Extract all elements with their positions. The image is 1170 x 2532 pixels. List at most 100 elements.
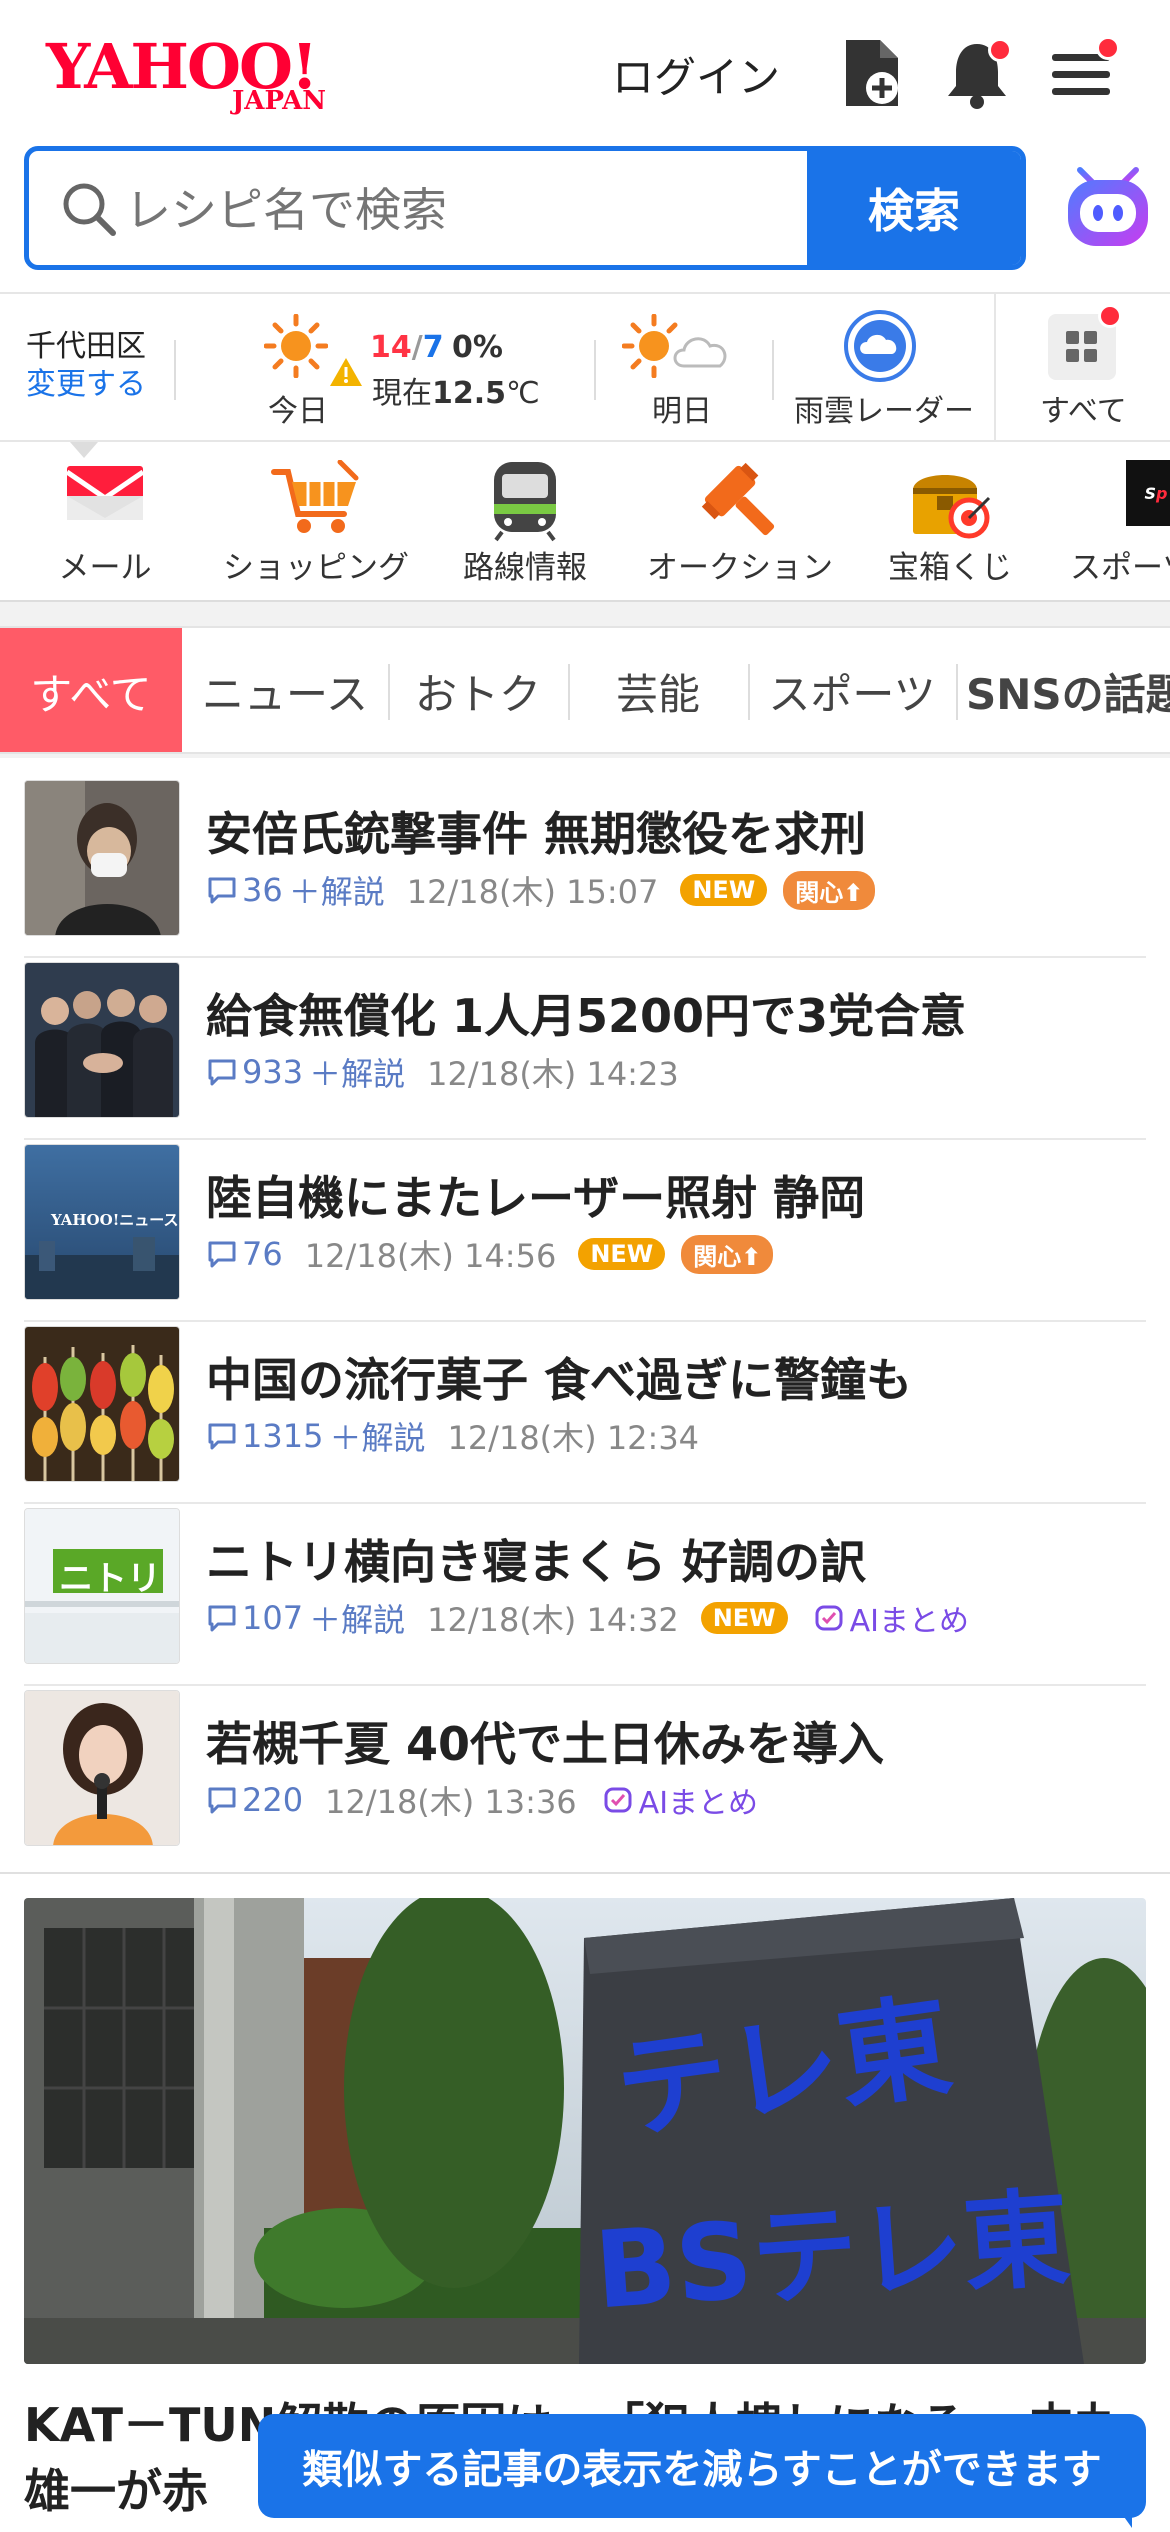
news-meta: 36 ＋解説 12/18(木) 15:07 NEW 関心⬆ [206, 867, 876, 913]
menu-dot [1096, 36, 1120, 60]
search-row: 検索 [24, 146, 1170, 270]
category-tabs: すべて ニュース おトク 芸能 スポーツ SNSの話題 [0, 626, 1170, 754]
tab-news[interactable]: ニュース [190, 628, 380, 752]
header: YAHOO! JAPAN ログイン [0, 0, 1170, 140]
tab-entertainment[interactable]: 芸能 [572, 628, 744, 752]
separator [994, 294, 996, 440]
news-meta: 107 ＋解説 12/18(木) 14:32 NEW AIまとめ [206, 1596, 969, 1640]
news-item[interactable]: YAHOO!ニュース 陸自機にまたレーザー照射 静岡 76 12/18(木) 1… [24, 1140, 1146, 1322]
tomorrow-label[interactable]: 明日 [652, 386, 712, 430]
warning-icon [330, 358, 362, 386]
today-temp: 14/7 [370, 330, 444, 365]
service-shopping[interactable]: ショッピング [218, 442, 414, 600]
comment-count[interactable]: 107 [206, 1599, 303, 1637]
news-time: 12/18(木) 14:56 [304, 1237, 557, 1275]
yahoo-japan-logo[interactable]: YAHOO! JAPAN [46, 30, 362, 120]
commentary-link[interactable]: ＋解説 [329, 1413, 425, 1459]
section-divider [0, 1872, 1170, 1874]
news-meta: 1315 ＋解説 12/18(木) 12:34 [206, 1414, 699, 1458]
news-title: 中国の流行菓子 食べ過ぎに警鐘も [206, 1353, 913, 1407]
notification-bell-icon[interactable] [940, 36, 1014, 110]
sunny-then-cloudy-icon [622, 314, 727, 378]
current-temp: 現在12.5℃ [372, 368, 540, 412]
commentary-link[interactable]: ＋解説 [309, 1595, 405, 1641]
commentary-link[interactable]: ＋解説 [289, 867, 385, 913]
interest-badge: 関心⬆ [681, 1234, 774, 1274]
tab-deals[interactable]: おトク [392, 628, 564, 752]
service-label: スポーツ [1070, 550, 1170, 586]
comment-count[interactable]: 933 [206, 1053, 303, 1091]
all-services-dot [1098, 304, 1122, 328]
comment-count[interactable]: 220 [206, 1781, 303, 1819]
comment-number: 76 [242, 1235, 283, 1273]
treasure-box-icon [913, 475, 991, 539]
search-input[interactable] [125, 175, 725, 245]
service-label: オークション [647, 550, 833, 586]
ai-assistant-icon[interactable] [1058, 156, 1158, 256]
rain-radar-label[interactable]: 雨雲レーダー [794, 386, 974, 430]
comment-count[interactable]: 36 [206, 871, 283, 909]
today-low: 7 [422, 330, 444, 365]
all-services-icon[interactable] [1048, 304, 1122, 380]
service-sports[interactable]: Sp スポーツ [1066, 442, 1170, 600]
interest-label: 関心 [693, 1242, 742, 1271]
tooltip-toast[interactable]: 類似する記事の表示を減らすことができます [258, 2414, 1146, 2518]
now-unit: ℃ [506, 376, 540, 411]
sunny-icon [264, 314, 328, 378]
comment-icon [208, 1241, 236, 1268]
ai-summary-label: AIまとめ [638, 1786, 759, 1821]
news-time: 12/18(木) 13:36 [325, 1783, 577, 1821]
ai-summary-icon [604, 1787, 632, 1813]
service-treasure[interactable]: 宝箱くじ [880, 442, 1020, 600]
news-title: ニトリ横向き寝まくら 好調の訳 [206, 1535, 867, 1589]
tab-separator [388, 664, 390, 720]
news-meta: 220 12/18(木) 13:36 AIまとめ [206, 1778, 758, 1822]
news-item[interactable]: 中国の流行菓子 食べ過ぎに警鐘も 1315 ＋解説 12/18(木) 12:34 [24, 1322, 1146, 1504]
search-button[interactable]: 検索 [807, 151, 1021, 265]
news-item[interactable]: 給食無償化 1人月5200円で3党合意 933 ＋解説 12/18(木) 14:… [24, 958, 1146, 1140]
interest-badge: 関心⬆ [783, 870, 876, 910]
now-temp: 12.5 [432, 376, 507, 411]
weather-area[interactable]: 千代田区 変更する [26, 328, 146, 404]
news-meta: 933 ＋解説 12/18(木) 14:23 [206, 1050, 679, 1094]
service-auction[interactable]: オークション [642, 442, 838, 600]
ai-summary-badge[interactable]: AIまとめ [814, 1596, 969, 1640]
news-time: 12/18(木) 12:34 [447, 1419, 700, 1457]
comment-icon [208, 1787, 236, 1814]
commentary-link[interactable]: ＋解説 [309, 1049, 405, 1095]
weather-bar: 千代田区 変更する 今日 14/7 0% 現在12.5℃ 明日 雨雲レーダー す… [0, 292, 1170, 458]
new-badge: NEW [680, 874, 768, 906]
add-page-icon[interactable] [836, 36, 910, 110]
feature-image[interactable]: テレ東 BSテレ東 [24, 1898, 1146, 2364]
change-area-link[interactable]: 変更する [26, 366, 146, 404]
news-thumbnail: YAHOO!ニュース [24, 1144, 180, 1300]
gavel-icon [701, 462, 775, 536]
ai-summary-badge[interactable]: AIまとめ [603, 1778, 758, 1822]
tab-separator [956, 664, 958, 720]
notification-dot [988, 38, 1012, 62]
ai-summary-label: AIまとめ [849, 1604, 970, 1639]
news-item[interactable]: ニトリ ニトリ横向き寝まくら 好調の訳 107 ＋解説 12/18(木) 14:… [24, 1504, 1146, 1686]
news-item[interactable]: 安倍氏銃撃事件 無期懲役を求刑 36 ＋解説 12/18(木) 15:07 NE… [24, 776, 1146, 958]
train-icon [494, 462, 556, 542]
today-high: 14 [370, 330, 412, 365]
nitori-sign: ニトリ [59, 1559, 161, 1599]
tab-all[interactable]: すべて [0, 628, 182, 752]
tab-sns[interactable]: SNSの話題 [966, 628, 1170, 752]
service-mail[interactable]: メール [40, 442, 170, 600]
login-link[interactable]: ログイン [612, 44, 780, 105]
new-badge: NEW [578, 1238, 666, 1270]
news-item[interactable]: 若槻千夏 40代で土日休みを導入 220 12/18(木) 13:36 AIまと… [24, 1686, 1146, 1868]
comment-count[interactable]: 1315 [206, 1417, 323, 1455]
ai-summary-icon [815, 1605, 843, 1631]
service-label: 路線情報 [463, 550, 587, 586]
service-transit[interactable]: 路線情報 [450, 442, 600, 600]
comment-icon [208, 1605, 236, 1632]
menu-hamburger-icon[interactable] [1046, 36, 1120, 110]
comment-count[interactable]: 76 [206, 1235, 283, 1273]
all-label[interactable]: すべて [1040, 386, 1127, 430]
news-thumbnail [24, 962, 180, 1118]
search-icon [63, 183, 116, 236]
new-badge: NEW [700, 1602, 788, 1634]
tab-sports[interactable]: スポーツ [752, 628, 952, 752]
